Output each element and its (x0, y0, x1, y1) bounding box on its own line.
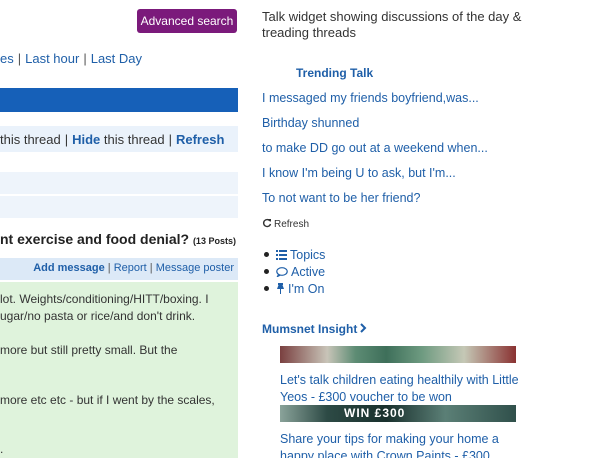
trending-link[interactable]: to make DD go out at a weekend when... (262, 141, 488, 155)
insight-heading: Mumsnet Insight (262, 322, 358, 336)
list-row (0, 196, 238, 218)
bullet (264, 286, 269, 291)
thread-column: Advanced search es | Last hour | Last Day th… (0, 0, 240, 458)
divider: | (83, 51, 87, 66)
hide-thread-link[interactable]: Hide (72, 132, 100, 147)
post-actions-bar: Add message | Report | Message poster (0, 258, 238, 280)
refresh-thread-link[interactable]: Refresh (176, 132, 224, 147)
time-filter-partial[interactable]: es (0, 51, 14, 66)
widget-description: Talk widget showing discussions of the d… (262, 9, 522, 40)
bullet (264, 252, 269, 257)
trending-heading: Trending Talk (296, 66, 374, 80)
sidebar: Talk widget showing discussions of the d… (262, 0, 600, 458)
nav-item-im-on[interactable]: I'm On (262, 280, 325, 297)
add-message-link[interactable]: Add message (33, 262, 105, 274)
refresh-button[interactable]: Refresh (262, 218, 309, 231)
thread-actions-text: this thread (0, 132, 61, 147)
post-body: lot. Weights/conditioning/HITT/boxing. I… (0, 282, 238, 458)
list-row (0, 172, 238, 194)
pin-icon (276, 283, 285, 294)
thread-title-text: nt exercise and food denial? (0, 231, 190, 247)
insight-image[interactable] (280, 346, 516, 363)
insight-link[interactable]: Let's talk children eating healthily wit… (280, 372, 520, 406)
message-poster-link[interactable]: Message poster (156, 262, 234, 274)
post-count: (13 Posts) (192, 236, 236, 246)
time-filter-last-hour[interactable]: Last hour (25, 51, 79, 66)
trending-link[interactable]: Birthday shunned (262, 116, 359, 130)
trending-link[interactable]: To not want to be her friend? (262, 191, 420, 205)
list-row (0, 152, 238, 174)
insight-link[interactable]: Share your tips for making your home a h… (280, 431, 520, 458)
thread-title: nt exercise and food denial? (13 Posts) (0, 231, 236, 247)
post-text-line: more etc etc - but if I went by the scal… (0, 393, 215, 407)
thread-actions-bar: this thread | Hide this thread | Refresh (0, 126, 238, 152)
image-text: WIN £300 (344, 406, 406, 420)
report-link[interactable]: Report (114, 262, 147, 274)
time-filter-last-day[interactable]: Last Day (91, 51, 142, 66)
refresh-icon (262, 218, 272, 231)
list-icon (276, 249, 287, 260)
insight-image[interactable]: WIN £300 (280, 405, 516, 422)
talk-nav: Topics Active I'm On (262, 246, 325, 297)
refresh-label: Refresh (274, 219, 310, 230)
chevron-right-icon (360, 322, 367, 336)
trending-link[interactable]: I messaged my friends boyfriend,was... (262, 91, 479, 105)
insight-heading-link[interactable]: Mumsnet Insight (262, 322, 367, 336)
nav-item-active[interactable]: Active (262, 263, 325, 280)
time-filter-bar: es | Last hour | Last Day (0, 51, 142, 66)
nav-item-label: Active (291, 264, 326, 279)
thread-actions-text: this thread (103, 132, 165, 147)
trending-link[interactable]: I know I'm being U to ask, but I'm... (262, 166, 456, 180)
post-text-line: . (0, 442, 4, 456)
post-text-line: ugar/no pasta or rice/and don't drink. (0, 309, 196, 323)
nav-item-label: I'm On (288, 281, 325, 296)
post-text-line: more but still pretty small. But the (0, 343, 178, 357)
speech-bubble-icon (276, 266, 288, 277)
nav-item-label: Topics (290, 247, 326, 262)
section-header-bar (0, 88, 238, 112)
post-text-line: lot. Weights/conditioning/HITT/boxing. I (0, 292, 209, 306)
advanced-search-button[interactable]: Advanced search (137, 9, 237, 33)
divider: | (17, 51, 22, 66)
nav-item-topics[interactable]: Topics (262, 246, 325, 263)
bullet (264, 269, 269, 274)
